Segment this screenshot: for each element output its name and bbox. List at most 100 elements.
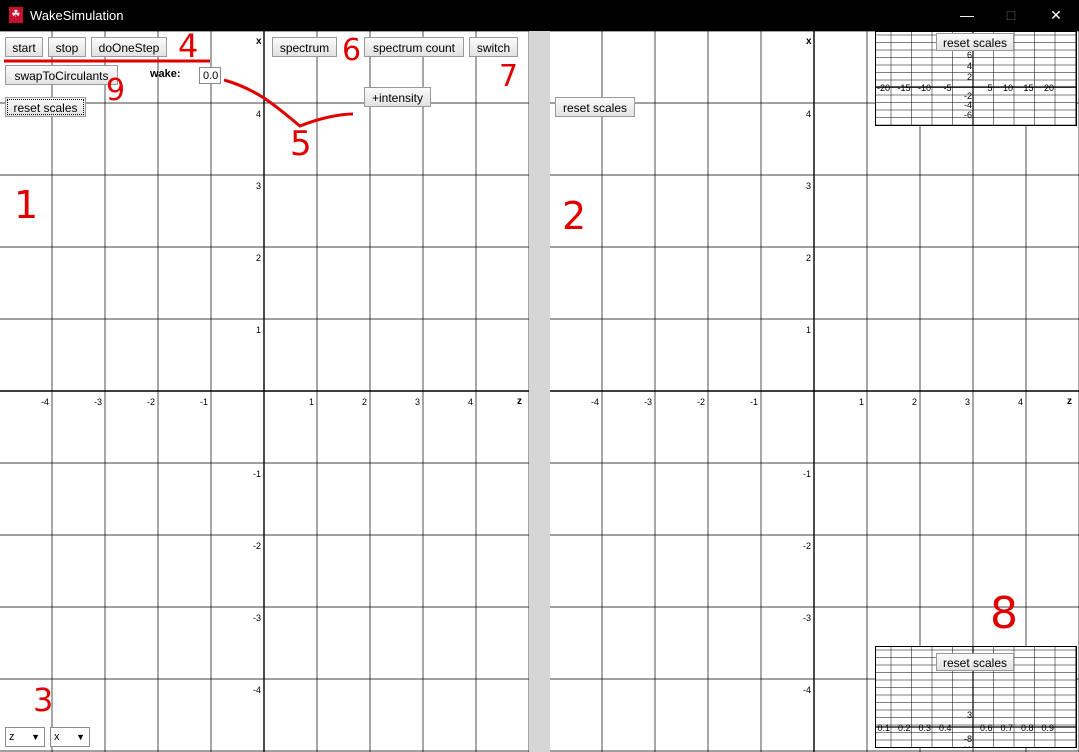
window-title: WakeSimulation (30, 8, 124, 23)
app-icon: ☘ (9, 7, 23, 23)
y-tick-label: -1 (803, 469, 811, 479)
inset-x-tick-label: 0.6 (980, 723, 993, 733)
y-tick-label: 3 (806, 181, 811, 191)
annotation-8: 8 (990, 588, 1018, 639)
x-tick-label: 1 (859, 397, 864, 407)
x-tick-label: 4 (468, 397, 473, 407)
inset-x-tick-label: 0.9 (1041, 723, 1054, 733)
maximize-button[interactable]: □ (988, 0, 1034, 31)
y-tick-label: -4 (253, 685, 261, 695)
inset-x-tick-label: -20 (877, 83, 890, 93)
inset-x-tick-label: -15 (897, 83, 910, 93)
x-tick-label: 4 (1018, 397, 1023, 407)
reset-scales-button[interactable]: reset scales (5, 97, 86, 117)
annotation-1: 1 (14, 183, 39, 227)
annotation-5: 5 (290, 124, 312, 164)
inset-reset-scales-button[interactable]: reset scales (936, 653, 1014, 671)
x-tick-label: 1 (309, 397, 314, 407)
top-inset-plot[interactable]: -20 -15 -10 -5 5 10 15 20 6 4 2 -2 -4 -6 reset scales (875, 31, 1077, 126)
x-tick-label: -4 (41, 397, 49, 407)
x-tick-label: -3 (94, 397, 102, 407)
inset-x-tick-label: 0.2 (898, 723, 911, 733)
y-tick-label: -2 (253, 541, 261, 551)
y-tick-label: -2 (803, 541, 811, 551)
intensity-button[interactable]: +intensity (364, 87, 431, 107)
close-button[interactable]: ✕ (1033, 0, 1079, 31)
x-tick-label: -4 (591, 397, 599, 407)
vertical-axis-name: x (806, 36, 812, 47)
inset-y-tick-label: -11 (960, 745, 972, 748)
inset-x-tick-label: -10 (918, 83, 931, 93)
right-plot-panel[interactable]: -4 -3 -2 -1 1 2 3 4 4 3 2 1 -1 -2 -3 -4 x z reset scales … (550, 31, 1079, 752)
inset-x-tick-label: 20 (1044, 83, 1054, 93)
y-tick-label: 2 (256, 253, 261, 263)
y-tick-label: 4 (806, 109, 811, 119)
y-tick-label: 2 (806, 253, 811, 263)
title-bar: ☘ WakeSimulation — □ ✕ (0, 0, 1079, 31)
y-tick-label: -1 (253, 469, 261, 479)
bottom-inset-plot[interactable]: 0.10.20.30.40.60.70.80.93-8-11-14-17 res… (875, 646, 1077, 748)
inset-x-tick-label: 15 (1023, 83, 1033, 93)
chevron-down-icon: ▼ (31, 732, 40, 742)
inset-reset-scales-button[interactable]: reset scales (936, 33, 1014, 51)
stop-button[interactable]: stop (48, 37, 86, 57)
left-plot: -4 -3 -2 -1 1 2 3 4 4 3 2 1 -1 -2 -3 -4 x z (0, 31, 529, 752)
y-tick-label: 1 (256, 325, 261, 335)
inset-y-tick-label: 2 (967, 72, 972, 82)
annotation-7: 7 (499, 59, 519, 94)
inset-y-tick-label: 3 (967, 710, 972, 720)
x-tick-label: 2 (912, 397, 917, 407)
x-tick-label: 3 (415, 397, 420, 407)
annotation-2: 2 (562, 194, 587, 238)
wake-input[interactable]: 0.0 (199, 67, 221, 84)
x-tick-label: -2 (147, 397, 155, 407)
wake-label: wake: (150, 68, 181, 80)
inset-y-tick-label: -8 (964, 734, 972, 744)
vertical-axis-name: x (256, 36, 262, 47)
inset-x-tick-label: 5 (987, 83, 992, 93)
horizontal-axis-name: z (1067, 396, 1072, 407)
inset-x-tick-label: -5 (943, 83, 951, 93)
annotation-6: 6 (342, 33, 362, 68)
annotation-4: 4 (178, 27, 199, 65)
chevron-down-icon: ▼ (76, 732, 85, 742)
y-tick-label: -3 (253, 613, 261, 623)
inset-y-tick-label: -4 (964, 100, 972, 110)
annotation-9: 9 (106, 73, 126, 108)
x-tick-label: -3 (644, 397, 652, 407)
y-tick-label: -4 (803, 685, 811, 695)
switch-button[interactable]: switch (469, 37, 518, 57)
inset-x-tick-label: 0.7 (1000, 723, 1013, 733)
inset-x-tick-label: 10 (1003, 83, 1013, 93)
inset-y-tick-label: 4 (967, 61, 972, 71)
reset-scales-button[interactable]: reset scales (555, 97, 635, 117)
y-tick-label: 3 (256, 181, 261, 191)
x-tick-label: -1 (750, 397, 758, 407)
inset-x-tick-label: 0.8 (1021, 723, 1034, 733)
horizontal-axis-name: z (517, 396, 522, 407)
y-tick-label: -3 (803, 613, 811, 623)
panel-separator[interactable] (529, 31, 550, 752)
x-tick-label: -1 (200, 397, 208, 407)
x-tick-label: 3 (965, 397, 970, 407)
y-tick-label: 4 (256, 109, 261, 119)
swap-to-circulants-button[interactable]: swapToCirculants (5, 65, 118, 85)
left-plot-panel[interactable]: -4 -3 -2 -1 1 2 3 4 4 3 2 1 -1 -2 -3 -4 x z start stop do… (0, 31, 529, 752)
x-tick-label: -2 (697, 397, 705, 407)
x-tick-label: 2 (362, 397, 367, 407)
start-button[interactable]: start (5, 37, 43, 57)
y-tick-label: 1 (806, 325, 811, 335)
axis-select-first-value: z (9, 731, 15, 743)
inset-x-tick-label: 0.1 (877, 723, 890, 733)
inset-y-tick-label: -6 (964, 110, 972, 120)
minimize-button[interactable]: — (944, 0, 990, 31)
spectrum-button[interactable]: spectrum (272, 37, 337, 57)
do-one-step-button[interactable]: doOneStep (91, 37, 167, 57)
annotation-3: 3 (33, 681, 54, 719)
axis-select-second-value: x (54, 731, 60, 743)
inset-x-tick-label: 0.3 (918, 723, 931, 733)
axis-select-second[interactable]: x ▼ (50, 727, 90, 747)
inset-x-tick-label: 0.4 (939, 723, 952, 733)
axis-select-first[interactable]: z ▼ (5, 727, 45, 747)
spectrum-count-button[interactable]: spectrum count (364, 37, 464, 57)
